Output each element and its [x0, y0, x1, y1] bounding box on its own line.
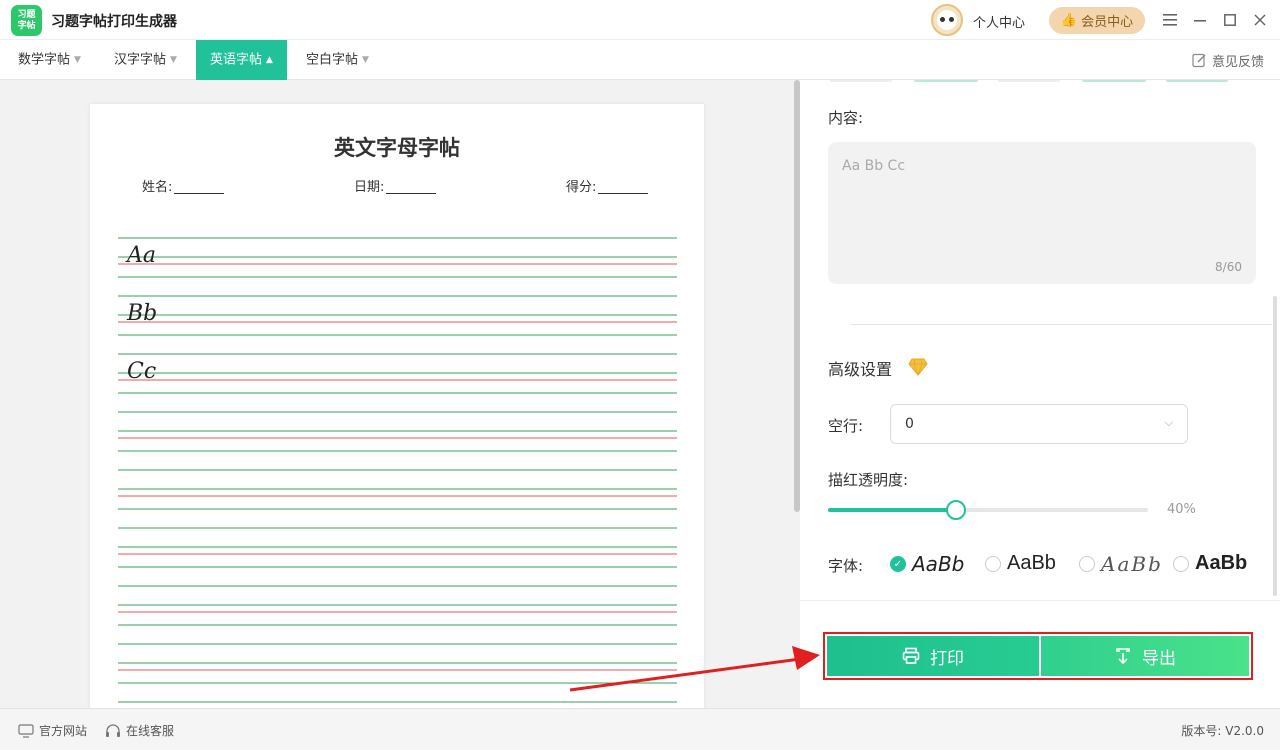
title-bar: 习题 字帖 习题字帖打印生成器 个人中心 👍 会员中心	[0, 0, 1280, 40]
tab-bar: 数学字帖 ▼ 汉字字帖 ▼ 英语字帖 ▲ 空白字帖 ▼ 意见反馈	[0, 40, 1280, 80]
settings-scrollbar[interactable]	[1273, 296, 1277, 596]
style-option[interactable]	[1082, 80, 1146, 82]
check-icon[interactable]: ✓	[890, 556, 906, 572]
font-option-3[interactable]: AaBb	[1079, 552, 1163, 576]
print-button[interactable]: 打印	[827, 636, 1039, 676]
font-option-1[interactable]: ✓ AaBb	[890, 552, 964, 576]
blank-rows-label: 空行:	[828, 417, 864, 435]
headset-icon	[106, 723, 120, 737]
divider	[850, 324, 1272, 325]
blank-rows-select[interactable]: 0 ⌵	[890, 404, 1188, 444]
export-icon	[1116, 648, 1130, 665]
font-option-4[interactable]: AaBb	[1173, 552, 1247, 575]
opacity-value: 40%	[1167, 502, 1196, 517]
settings-pane: 内容: Aa Bb Cc 8/60 高级设置 空行: 0 ⌵ 描红透明度: 40…	[800, 80, 1280, 708]
preview-pane: 英文字母字帖 姓名: 日期: 得分: Aa Bb Cc	[0, 80, 800, 708]
minimize-icon[interactable]	[1190, 10, 1210, 30]
letter-row: Aa	[127, 243, 157, 268]
letter-row: Cc	[127, 359, 157, 384]
advanced-settings-title: 高级设置	[828, 360, 893, 379]
tab-english[interactable]: 英语字帖 ▲	[196, 40, 287, 80]
opacity-label: 描红透明度:	[828, 471, 909, 489]
style-option[interactable]	[1166, 80, 1228, 82]
caret-down-icon: ▼	[74, 55, 81, 65]
avatar[interactable]	[931, 4, 963, 36]
tab-chinese[interactable]: 汉字字帖 ▼	[114, 40, 177, 80]
thumbs-up-icon: 👍	[1060, 13, 1078, 28]
diamond-icon	[908, 358, 928, 376]
ruled-lines	[118, 237, 677, 703]
edit-icon	[1192, 53, 1206, 68]
feedback-link[interactable]: 意见反馈	[1192, 51, 1264, 70]
menu-icon[interactable]	[1160, 10, 1180, 30]
close-icon[interactable]	[1250, 10, 1270, 30]
radio-icon[interactable]	[1079, 556, 1095, 572]
style-option[interactable]	[830, 80, 892, 82]
status-bar: 官方网站 在线客服 版本号: V2.0.0	[0, 708, 1280, 750]
slider-fill	[828, 508, 956, 512]
action-buttons-highlight: 打印 导出	[823, 632, 1253, 680]
caret-down-icon: ▼	[170, 55, 177, 65]
slider-handle[interactable]	[946, 500, 966, 520]
official-website-link[interactable]: 官方网站	[18, 722, 87, 739]
maximize-icon[interactable]	[1220, 10, 1240, 30]
caret-down-icon: ▼	[362, 55, 369, 65]
content-textarea[interactable]: Aa Bb Cc 8/60	[828, 142, 1256, 284]
content-value: Aa Bb Cc	[842, 158, 906, 174]
customer-service-link[interactable]: 在线客服	[105, 722, 174, 739]
worksheet-paper: 英文字母字帖 姓名: 日期: 得分: Aa Bb Cc	[90, 104, 704, 708]
char-counter: 8/60	[1215, 260, 1242, 274]
vip-center-button[interactable]: 👍 会员中心	[1049, 7, 1145, 34]
printer-icon	[902, 647, 920, 664]
export-button[interactable]: 导出	[1041, 636, 1249, 676]
divider	[800, 600, 1280, 601]
tab-math[interactable]: 数学字帖 ▼	[18, 40, 81, 80]
app-title: 习题字帖打印生成器	[51, 14, 177, 30]
personal-center-link[interactable]: 个人中心	[973, 12, 1025, 31]
app-logo: 习题 字帖	[11, 5, 42, 36]
chevron-down-icon: ⌵	[1164, 416, 1173, 429]
opacity-slider[interactable]	[828, 500, 1148, 520]
style-option[interactable]	[998, 80, 1060, 82]
radio-icon[interactable]	[985, 555, 1001, 572]
caret-up-icon: ▲	[266, 55, 273, 65]
font-label: 字体:	[828, 557, 864, 575]
font-option-2[interactable]: AaBb	[985, 552, 1056, 575]
radio-icon[interactable]	[1173, 555, 1189, 572]
content-label: 内容:	[828, 109, 864, 127]
letter-row: Bb	[127, 301, 158, 326]
style-option[interactable]	[914, 80, 978, 82]
monitor-icon	[18, 723, 34, 738]
version-label: 版本号: V2.0.0	[1181, 724, 1264, 738]
tab-blank[interactable]: 空白字帖 ▼	[306, 40, 369, 80]
